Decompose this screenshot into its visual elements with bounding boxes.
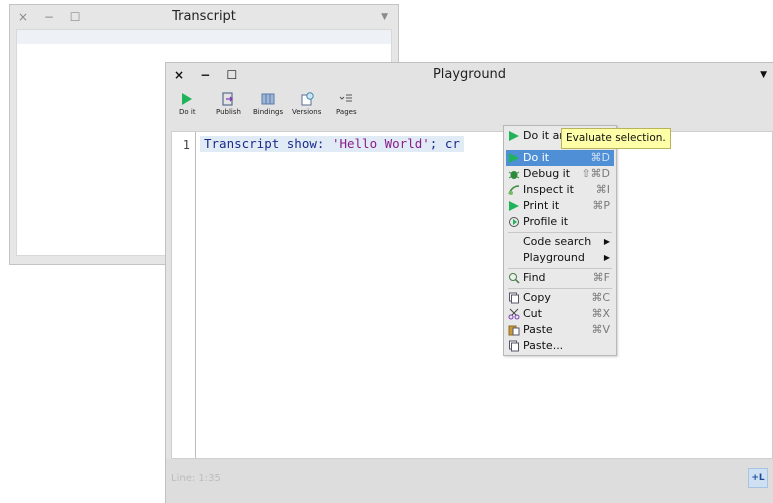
playground-toolbar: Do it Publish Bindings Versions Pages	[166, 91, 773, 121]
menu-item-cut[interactable]: Cut ⌘X	[506, 306, 614, 322]
menu-separator	[508, 268, 612, 269]
scissors-icon	[508, 308, 520, 320]
pages-icon	[339, 91, 353, 107]
menu-item-code-search[interactable]: Code search ▶	[506, 234, 614, 250]
line-number-gutter: 1	[172, 132, 196, 458]
submenu-arrow-icon: ▶	[603, 253, 610, 262]
menu-item-shortcut: ⌘X	[591, 307, 610, 320]
play-icon	[509, 201, 519, 211]
menu-item-shortcut: ⇧⌘D	[581, 167, 610, 180]
menu-item-do-it[interactable]: Do it ⌘D	[506, 150, 614, 166]
menu-item-label: Paste	[523, 323, 553, 336]
paste-icon	[509, 340, 519, 352]
line-number: 1	[182, 138, 190, 152]
publish-label: Publish	[216, 108, 241, 116]
pages-button[interactable]: Pages	[336, 91, 357, 116]
play-icon	[509, 131, 519, 141]
playground-menu-arrow-icon[interactable]: ▼	[760, 63, 767, 87]
menu-item-shortcut: ⌘D	[590, 151, 610, 164]
editor-status-bar: Line: 1:35 +L	[166, 459, 773, 503]
menu-item-paste-dialog[interactable]: Paste...	[506, 338, 614, 354]
menu-item-find[interactable]: Find ⌘F	[506, 270, 614, 286]
menu-separator	[508, 288, 612, 289]
versions-label: Versions	[292, 108, 322, 116]
menu-item-shortcut: ⌘F	[592, 271, 610, 284]
transcript-title: Transcript	[172, 9, 236, 24]
menu-item-label: Cut	[523, 307, 542, 320]
copy-icon	[509, 292, 519, 304]
transcript-titlebar[interactable]: × − ☐ Transcript ▼	[10, 5, 398, 29]
menu-item-label: Find	[523, 271, 546, 284]
menu-item-label: Code search	[523, 235, 592, 248]
menu-item-copy[interactable]: Copy ⌘C	[506, 290, 614, 306]
menu-item-print-it[interactable]: Print it ⌘P	[506, 198, 614, 214]
evaluate-selection-tooltip: Evaluate selection.	[561, 128, 671, 149]
profile-icon	[509, 217, 519, 227]
code-cascade: ; cr	[429, 136, 460, 151]
playground-window: × − ☐ Playground ▼ Do it Publish Binding…	[165, 62, 773, 503]
pages-label: Pages	[336, 108, 357, 116]
bindings-icon	[261, 91, 275, 107]
publish-icon	[221, 91, 235, 107]
publish-button[interactable]: Publish	[216, 91, 241, 116]
bindings-label: Bindings	[253, 108, 284, 116]
menu-item-inspect-it[interactable]: Inspect it ⌘I	[506, 182, 614, 198]
line-numbers-toggle-button[interactable]: +L	[748, 468, 768, 488]
menu-item-playground[interactable]: Playground ▶	[506, 250, 614, 266]
playground-titlebar[interactable]: × − ☐ Playground ▼	[166, 63, 773, 87]
inspect-icon	[508, 185, 520, 195]
doit-label: Do it	[179, 108, 196, 116]
menu-item-shortcut: ⌘P	[592, 199, 610, 212]
cursor-position: Line: 1:35	[171, 473, 221, 484]
menu-item-profile-it[interactable]: Profile it	[506, 214, 614, 230]
menu-item-shortcut: ⌘C	[591, 291, 610, 304]
menu-item-label: Profile it	[523, 215, 569, 228]
menu-item-label: Playground	[523, 251, 585, 264]
menu-item-label: Debug it	[523, 167, 571, 180]
code-statement: Transcript show:	[204, 136, 332, 151]
bug-icon	[508, 171, 520, 179]
bindings-button[interactable]: Bindings	[253, 91, 283, 116]
transcript-menu-arrow-icon[interactable]: ▼	[381, 5, 388, 29]
code-line-selected[interactable]: Transcript show: 'Hello World'; cr	[200, 136, 464, 152]
play-icon	[181, 91, 193, 107]
context-menu: Do it and go Do it ⌘D Debug it ⇧⌘D Inspe…	[503, 125, 617, 356]
menu-separator	[508, 232, 612, 233]
submenu-arrow-icon: ▶	[603, 237, 610, 246]
menu-item-label: Print it	[523, 199, 560, 212]
menu-item-paste[interactable]: Paste ⌘V	[506, 322, 614, 338]
transcript-first-line	[17, 30, 391, 44]
magnifier-icon	[509, 273, 520, 284]
menu-item-shortcut: ⌘V	[591, 323, 610, 336]
versions-icon	[300, 91, 314, 107]
code-editor[interactable]: 1 Transcript show: 'Hello World'; cr	[171, 131, 773, 459]
menu-item-label: Do it	[523, 151, 550, 164]
code-string-literal: 'Hello World'	[331, 136, 430, 151]
play-icon	[509, 153, 519, 163]
menu-item-label: Copy	[523, 291, 551, 304]
menu-item-label: Inspect it	[523, 183, 574, 196]
menu-item-shortcut: ⌘I	[595, 183, 610, 196]
doit-button[interactable]: Do it	[179, 91, 196, 116]
menu-item-label: Paste...	[523, 339, 564, 352]
versions-button[interactable]: Versions	[292, 91, 321, 116]
playground-title: Playground	[432, 67, 507, 82]
paste-icon	[508, 325, 520, 336]
menu-item-debug-it[interactable]: Debug it ⇧⌘D	[506, 166, 614, 182]
